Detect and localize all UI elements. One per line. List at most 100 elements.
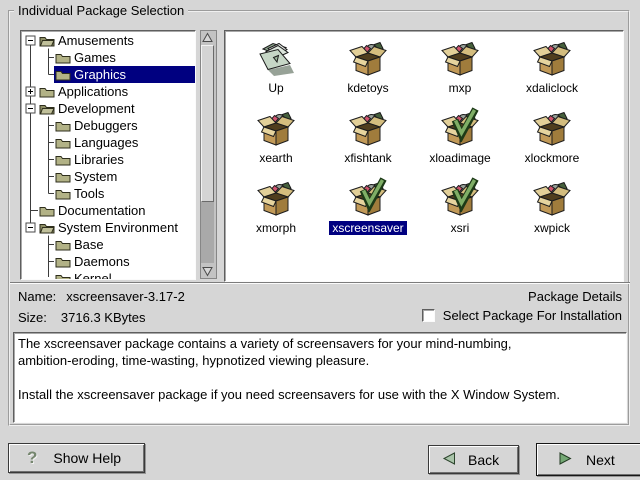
tree-item-label[interactable]: Kernel <box>74 271 112 280</box>
package-xdaliclock[interactable]: xdaliclock <box>506 36 598 106</box>
tree-item-content[interactable]: Kernel <box>54 270 195 280</box>
tree-item-label[interactable]: Amusements <box>58 33 134 48</box>
tree-item-content[interactable]: Amusements <box>38 32 195 49</box>
package-xscreensaver[interactable]: xscreensaver <box>322 176 414 246</box>
package-box-icon[interactable] <box>532 176 572 221</box>
tree-scrollbar-thumb[interactable] <box>201 45 214 202</box>
tree-item-content[interactable]: Languages <box>54 134 195 151</box>
tree-item-kernel[interactable]: Kernel <box>21 270 195 280</box>
package-box-icon[interactable] <box>440 36 480 81</box>
tree-item-languages[interactable]: Languages <box>21 134 195 151</box>
package-label[interactable]: xloadimage <box>426 151 493 165</box>
tree-item-debuggers[interactable]: Debuggers <box>21 117 195 134</box>
scroll-up-icon[interactable] <box>201 31 214 44</box>
package-label[interactable]: xsri <box>448 221 473 235</box>
tree-item-content[interactable]: Games <box>54 49 195 66</box>
tree-item-label[interactable]: Graphics <box>74 67 126 82</box>
package-xsri[interactable]: xsri <box>414 176 506 246</box>
tree-item-content[interactable]: Documentation <box>38 202 195 219</box>
tree-item-libraries[interactable]: Libraries <box>21 151 195 168</box>
tree-item-label[interactable]: Libraries <box>74 152 124 167</box>
show-help-button[interactable]: ? Show Help <box>8 443 145 473</box>
tree-item-games[interactable]: Games <box>21 49 195 66</box>
tree-item-label[interactable]: Tools <box>74 186 104 201</box>
package-xfishtank[interactable]: xfishtank <box>322 106 414 176</box>
category-tree[interactable]: Amusements Games Graphics Applications Devel… <box>20 30 196 280</box>
package-xearth[interactable]: xearth <box>230 106 322 176</box>
tree-item-content[interactable]: System Environment <box>38 219 195 236</box>
tree-item-label[interactable]: System Environment <box>58 220 178 235</box>
back-button[interactable]: Back <box>428 445 519 474</box>
tree-item-label[interactable]: Languages <box>74 135 138 150</box>
box-glyph <box>256 180 296 223</box>
tree-item-label[interactable]: Base <box>74 237 104 252</box>
tree-item-tools[interactable]: Tools <box>21 185 195 202</box>
package-xmorph[interactable]: xmorph <box>230 176 322 246</box>
tree-item-documentation[interactable]: Documentation <box>21 202 195 219</box>
package-box-icon[interactable] <box>348 106 388 151</box>
scroll-down-icon[interactable] <box>201 265 214 278</box>
box-glyph <box>256 110 296 153</box>
tree-item-applications[interactable]: Applications <box>21 83 195 100</box>
open-folder-icon <box>39 34 55 48</box>
tree-item-label[interactable]: System <box>74 169 117 184</box>
tree-scrollbar[interactable] <box>200 30 217 279</box>
tree-item-label[interactable]: Applications <box>58 84 128 99</box>
package-label[interactable]: xlockmore <box>522 151 583 165</box>
package-box-icon[interactable] <box>440 176 480 221</box>
closed-folder-icon <box>55 68 71 82</box>
package-label[interactable]: xearth <box>256 151 295 165</box>
package-label[interactable]: xwpick <box>531 221 573 235</box>
package-box-icon[interactable] <box>256 106 296 151</box>
package-label[interactable]: xfishtank <box>341 151 394 165</box>
select-package-checkbox[interactable] <box>422 309 435 322</box>
package-xloadimage[interactable]: xloadimage <box>414 106 506 176</box>
tree-item-development[interactable]: Development <box>21 100 195 117</box>
package-label[interactable]: xscreensaver <box>329 221 406 235</box>
tree-item-content[interactable]: Applications <box>38 83 195 100</box>
package-kdetoys[interactable]: kdetoys <box>322 36 414 106</box>
tree-item-content[interactable]: System <box>54 168 195 185</box>
tree-item-content[interactable]: Tools <box>54 185 195 202</box>
package-label[interactable]: mxp <box>446 81 475 95</box>
tree-item-label[interactable]: Games <box>74 50 116 65</box>
tree-item-content[interactable]: Base <box>54 236 195 253</box>
package-box-icon[interactable] <box>348 36 388 81</box>
package-box-icon[interactable] <box>532 36 572 81</box>
tree-item-system[interactable]: System <box>21 168 195 185</box>
tree-item-content[interactable]: Libraries <box>54 151 195 168</box>
package-label[interactable]: Up <box>265 81 286 95</box>
tree-item-label[interactable]: Daemons <box>74 254 130 269</box>
tree-item-amusements[interactable]: Amusements <box>21 32 195 49</box>
package-box-icon[interactable] <box>348 176 388 221</box>
tree-item-content[interactable]: Debuggers <box>54 117 195 134</box>
tree-selection-highlight[interactable]: Graphics <box>54 66 195 83</box>
package-label[interactable]: xmorph <box>253 221 299 235</box>
tree-item-graphics[interactable]: Graphics <box>21 66 195 83</box>
tree-item-label[interactable]: Development <box>58 101 135 116</box>
open-folder-icon <box>39 221 55 235</box>
package-label[interactable]: kdetoys <box>344 81 391 95</box>
package-label[interactable]: xdaliclock <box>523 81 581 95</box>
package-details-label: Package Details <box>528 289 622 304</box>
separator <box>10 282 630 284</box>
tree-item-content[interactable]: Daemons <box>54 253 195 270</box>
tree-item-label[interactable]: Documentation <box>58 203 145 218</box>
tree-item-base[interactable]: Base <box>21 236 195 253</box>
tree-item-daemons[interactable]: Daemons <box>21 253 195 270</box>
tree-scrollbar-track[interactable] <box>201 202 214 263</box>
package-xwpick[interactable]: xwpick <box>506 176 598 246</box>
package-box-icon[interactable] <box>256 176 296 221</box>
package-box-icon[interactable] <box>532 106 572 151</box>
package-mxp[interactable]: mxp <box>414 36 506 106</box>
package-box-icon[interactable] <box>440 106 480 151</box>
package-xlockmore[interactable]: xlockmore <box>506 106 598 176</box>
up-folder-icon[interactable] <box>256 36 296 81</box>
package-up[interactable]: Up <box>230 36 322 106</box>
next-button[interactable]: Next <box>536 443 640 476</box>
select-package-label[interactable]: Select Package For Installation <box>443 308 622 323</box>
next-arrow-icon <box>557 451 573 469</box>
tree-item-label[interactable]: Debuggers <box>74 118 138 133</box>
tree-item-content[interactable]: Development <box>38 100 195 117</box>
tree-item-system-environment[interactable]: System Environment <box>21 219 195 236</box>
